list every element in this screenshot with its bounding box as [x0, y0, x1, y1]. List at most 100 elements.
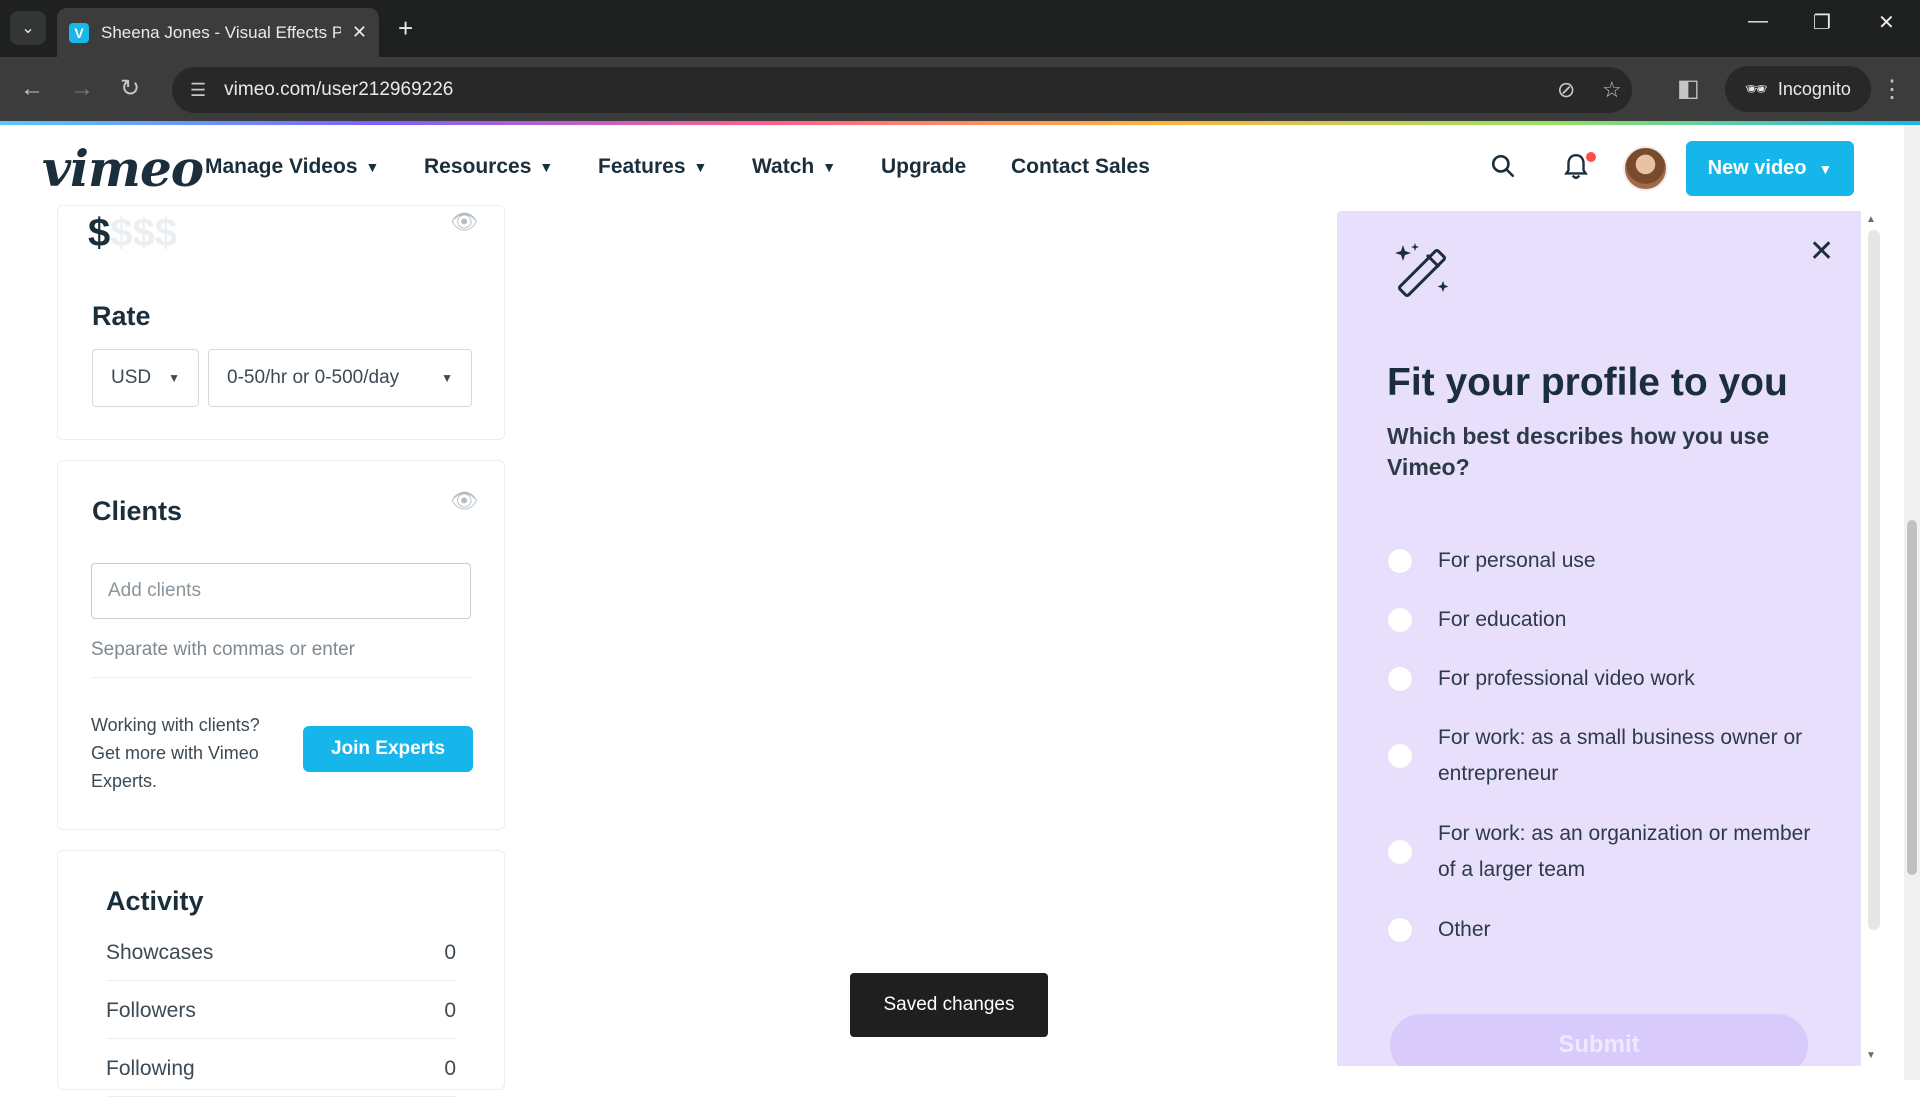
nav-label: Watch — [752, 155, 815, 178]
tab-search-button[interactable]: ⌄ — [10, 11, 46, 45]
stat-label: Following — [106, 1056, 195, 1080]
notification-dot — [1586, 152, 1596, 162]
incognito-icon: 🕶 — [1745, 78, 1768, 99]
option-professional[interactable]: For professional video work — [1387, 661, 1827, 697]
browser-menu-icon[interactable]: ⋮ — [1880, 75, 1904, 104]
tab-close-icon[interactable]: ✕ — [352, 22, 367, 43]
nav-manage-videos[interactable]: Manage Videos ▼ — [205, 155, 379, 179]
stat-label: Showcases — [106, 940, 214, 964]
address-bar[interactable]: ☰ vimeo.com/user212969226 ⊘ ☆ — [172, 67, 1632, 113]
panel-question: Which best describes how you use Vimeo? — [1387, 423, 1770, 480]
nav-contact-sales[interactable]: Contact Sales — [1011, 155, 1150, 179]
scroll-down-icon[interactable]: ▼ — [1866, 1050, 1876, 1061]
rate-range-value: 0-50/hr or 0-500/day — [227, 367, 400, 388]
tab-title: Sheena Jones - Visual Effects Pr — [101, 22, 341, 42]
radio-button[interactable] — [1387, 666, 1413, 692]
window-close-icon[interactable]: ✕ — [1878, 10, 1895, 35]
chevron-down-icon: ▼ — [365, 159, 380, 175]
page-scroll-thumb[interactable] — [1907, 520, 1917, 875]
restore-icon[interactable]: ❐ — [1813, 10, 1831, 35]
nav-label: Features — [598, 155, 686, 178]
chevron-down-icon: ▼ — [693, 159, 708, 175]
saved-changes-toast: Saved changes — [850, 973, 1048, 1037]
option-personal-use[interactable]: For personal use — [1387, 543, 1827, 579]
eye-off-icon[interactable]: ⊘ — [1557, 77, 1575, 103]
chevron-down-icon: ▼ — [822, 159, 837, 175]
rate-title: Rate — [92, 301, 151, 331]
url-text: vimeo.com/user212969226 — [224, 79, 454, 100]
chevron-down-icon: ▼ — [441, 371, 453, 385]
visibility-eye-icon[interactable]: 👁 — [450, 209, 478, 235]
stat-label: Followers — [106, 998, 196, 1022]
new-video-button[interactable]: New video ▼ — [1686, 141, 1854, 196]
chevron-down-icon: ▼ — [539, 159, 554, 175]
nav-features[interactable]: Features ▼ — [598, 155, 707, 179]
back-icon[interactable]: ← — [20, 75, 44, 103]
radio-button[interactable] — [1387, 839, 1413, 865]
bookmark-star-icon[interactable]: ☆ — [1602, 77, 1622, 103]
stat-row-followers[interactable]: Followers 0 — [106, 983, 456, 1039]
close-icon[interactable]: ✕ — [1809, 237, 1834, 267]
avatar[interactable] — [1623, 146, 1668, 191]
incognito-label: Incognito — [1777, 78, 1851, 99]
price-level: $$$$ — [88, 211, 177, 256]
submit-button[interactable]: Submit — [1390, 1014, 1808, 1066]
profile-fit-panel: ✕ Fit your profile to you Which best des… — [1337, 211, 1861, 1066]
scroll-up-icon[interactable]: ▲ — [1866, 214, 1876, 225]
option-organization[interactable]: For work: as an organization or member o… — [1387, 816, 1827, 888]
panel-title: Fit your profile to you — [1387, 361, 1788, 404]
radio-button[interactable] — [1387, 607, 1413, 633]
visibility-eye-icon[interactable]: 👁 — [450, 488, 478, 514]
stat-value: 0 — [444, 1056, 456, 1080]
price-muted: $$$ — [110, 211, 177, 255]
option-label: For professional video work — [1438, 667, 1695, 690]
option-label: For personal use — [1438, 549, 1596, 572]
browser-toolbar: ← → ↻ ☰ vimeo.com/user212969226 ⊘ ☆ ◧ 🕶 … — [0, 57, 1920, 123]
incognito-badge[interactable]: 🕶 Incognito — [1725, 66, 1871, 112]
chevron-down-icon: ▼ — [1818, 160, 1833, 177]
side-panel-icon[interactable]: ◧ — [1677, 75, 1700, 103]
add-clients-input[interactable] — [91, 563, 471, 619]
option-label: For education — [1438, 608, 1567, 631]
stat-row-showcases[interactable]: Showcases 0 — [106, 925, 456, 981]
experts-promo-text: Working with clients? Get more with Vime… — [91, 715, 260, 791]
forward-icon[interactable]: → — [70, 75, 94, 103]
radio-button[interactable] — [1387, 548, 1413, 574]
currency-value: USD — [111, 367, 152, 388]
radio-button[interactable] — [1387, 743, 1413, 769]
site-settings-icon[interactable]: ☰ — [190, 80, 206, 101]
rate-card: $$$$ 👁 Rate USD ▼ 0-50/hr or 0-500/day ▼ — [57, 205, 505, 440]
panel-scroll-thumb[interactable] — [1868, 230, 1880, 930]
activity-card: Activity Showcases 0 Followers 0 Following… — [57, 850, 505, 1097]
option-education[interactable]: For education — [1387, 602, 1827, 638]
option-label: For work: as a small business owner or e… — [1438, 726, 1803, 785]
nav-label: Contact Sales — [1011, 155, 1150, 178]
join-experts-button[interactable]: Join Experts — [303, 726, 473, 772]
search-icon[interactable] — [1490, 153, 1516, 186]
radio-button[interactable] — [1387, 917, 1413, 943]
magic-wand-icon — [1395, 243, 1449, 298]
new-tab-icon[interactable]: + — [398, 13, 413, 43]
notifications-bell-icon[interactable] — [1563, 153, 1589, 188]
browser-tab-bar: ⌄ V Sheena Jones - Visual Effects Pr ✕ +… — [0, 0, 1920, 57]
clients-title: Clients — [92, 496, 183, 526]
nav-resources[interactable]: Resources ▼ — [424, 155, 553, 179]
rate-range-select[interactable]: 0-50/hr or 0-500/day ▼ — [208, 349, 472, 407]
nav-label: Upgrade — [881, 155, 967, 178]
vimeo-navbar: vimeo Manage Videos ▼ Resources ▼ Features… — [0, 125, 1904, 211]
nav-watch[interactable]: Watch ▼ — [752, 155, 836, 179]
clients-helper-text: Separate with commas or enter — [91, 639, 356, 660]
option-other[interactable]: Other — [1387, 912, 1827, 948]
vimeo-logo[interactable]: vimeo — [42, 139, 204, 198]
currency-select[interactable]: USD ▼ — [92, 349, 199, 407]
browser-tab[interactable]: V Sheena Jones - Visual Effects Pr ✕ — [57, 8, 379, 57]
minimize-icon[interactable]: — — [1748, 10, 1768, 33]
activity-title: Activity — [106, 886, 204, 916]
nav-upgrade[interactable]: Upgrade — [881, 155, 966, 179]
vimeo-favicon-icon: V — [69, 22, 89, 43]
clients-card: Clients 👁 Separate with commas or enter … — [57, 460, 505, 830]
nav-label: Manage Videos — [205, 155, 358, 178]
reload-icon[interactable]: ↻ — [120, 75, 140, 103]
stat-row-following[interactable]: Following 0 — [106, 1041, 456, 1097]
option-small-business[interactable]: For work: as a small business owner or e… — [1387, 720, 1827, 792]
